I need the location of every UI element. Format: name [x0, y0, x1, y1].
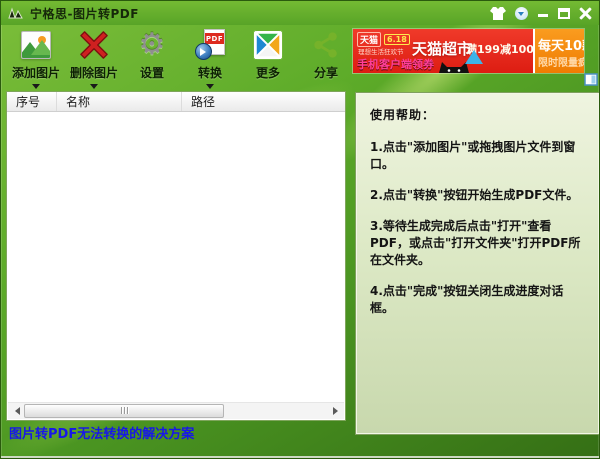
ad-coupon-text: 手机客户端领券 [357, 56, 434, 72]
delete-images-button[interactable]: 删除图片 [65, 29, 123, 93]
ad-banner-left: 天猫 6.18 理想生活狂欢节 天猫超市 满199减100 手机客户端领券 [353, 29, 533, 73]
help-title: 使用帮助： [370, 106, 585, 123]
toolbar: 添加图片 删除图片 ⚙ 设置 PDF [7, 29, 355, 93]
ad-badge-618: 6.18 [384, 34, 410, 45]
titlebar-controls [490, 7, 592, 20]
column-header-index[interactable]: 序号 [7, 92, 57, 111]
more-button[interactable]: 更多 [239, 29, 297, 93]
ad-daily-text: 每天10款 [538, 35, 584, 54]
app-window: 宁格思-图片转PDF 添加图片 [0, 0, 600, 459]
table-header: 序号 名称 路径 [7, 92, 345, 112]
button-label: 更多 [256, 64, 280, 81]
ad-limited-text: 限时限量疯狂 [538, 54, 584, 69]
scroll-left-button[interactable] [8, 403, 24, 419]
more-pinwheel-icon [252, 29, 284, 61]
maximize-button[interactable] [558, 8, 570, 19]
arrow-right-icon [333, 407, 342, 415]
button-label: 设置 [140, 64, 164, 81]
button-label: 添加图片 [12, 64, 60, 81]
titlebar: 宁格思-图片转PDF [1, 1, 599, 25]
ad-toggle-icon[interactable] [584, 72, 599, 87]
add-images-button[interactable]: 添加图片 [7, 29, 65, 93]
convert-button[interactable]: PDF 转换 [181, 29, 239, 93]
file-list-panel: 序号 名称 路径 [6, 91, 346, 421]
window-bottom-edge [1, 456, 599, 458]
skin-menu-button[interactable] [515, 7, 528, 20]
help-panel: 使用帮助： 1.点击"添加图片"或拖拽图片文件到窗口。 2.点击"转换"按钮开始… [356, 93, 599, 434]
delete-image-icon [78, 29, 110, 61]
shirt-icon [490, 7, 506, 20]
share-button[interactable]: 分享 [297, 29, 355, 93]
add-image-icon [20, 29, 52, 61]
play-icon [195, 43, 212, 60]
help-step: 1.点击"添加图片"或拖拽图片文件到窗口。 [370, 139, 585, 173]
ad-banner-right: 每天10款 限时限量疯狂 [533, 29, 584, 73]
settings-gear-icon: ⚙ [136, 29, 168, 61]
minimize-button[interactable] [537, 7, 549, 19]
tmall-logo: 天猫 [357, 32, 381, 47]
settings-button[interactable]: ⚙ 设置 [123, 29, 181, 93]
change-skin-button[interactable] [490, 7, 506, 20]
window-title: 宁格思-图片转PDF [30, 5, 139, 22]
help-step: 2.点击"转换"按钮开始生成PDF文件。 [370, 187, 585, 204]
button-label: 转换 [198, 64, 222, 81]
file-list-body[interactable] [7, 112, 345, 401]
ad-banner[interactable]: 天猫 6.18 理想生活狂欢节 天猫超市 满199减100 手机客户端领券 每天… [353, 29, 584, 73]
close-button[interactable] [579, 7, 592, 20]
app-logo-icon [8, 5, 24, 21]
help-step: 4.点击"完成"按钮关闭生成进度对话框。 [370, 283, 585, 317]
arrow-left-icon [11, 407, 20, 415]
horizontal-scrollbar[interactable] [8, 402, 344, 419]
column-header-path[interactable]: 路径 [182, 92, 345, 111]
ad-triangle-decoration [465, 50, 483, 64]
scroll-right-button[interactable] [328, 403, 344, 419]
pdf-label: PDF [205, 33, 224, 44]
share-icon [310, 29, 342, 61]
ad-slogan: 理想生活狂欢节 [358, 46, 404, 56]
help-step: 3.等待生成完成后点击"打开"查看PDF，或点击"打开文件夹"打开PDF所在文件… [370, 218, 585, 269]
column-header-name[interactable]: 名称 [57, 92, 182, 111]
convert-pdf-icon: PDF [194, 29, 226, 61]
scrollbar-track[interactable] [24, 403, 328, 420]
button-label: 删除图片 [70, 64, 118, 81]
pdf-solution-link[interactable]: 图片转PDF无法转换的解决方案 [9, 423, 194, 442]
scrollbar-thumb[interactable] [24, 404, 224, 418]
button-label: 分享 [314, 64, 338, 81]
